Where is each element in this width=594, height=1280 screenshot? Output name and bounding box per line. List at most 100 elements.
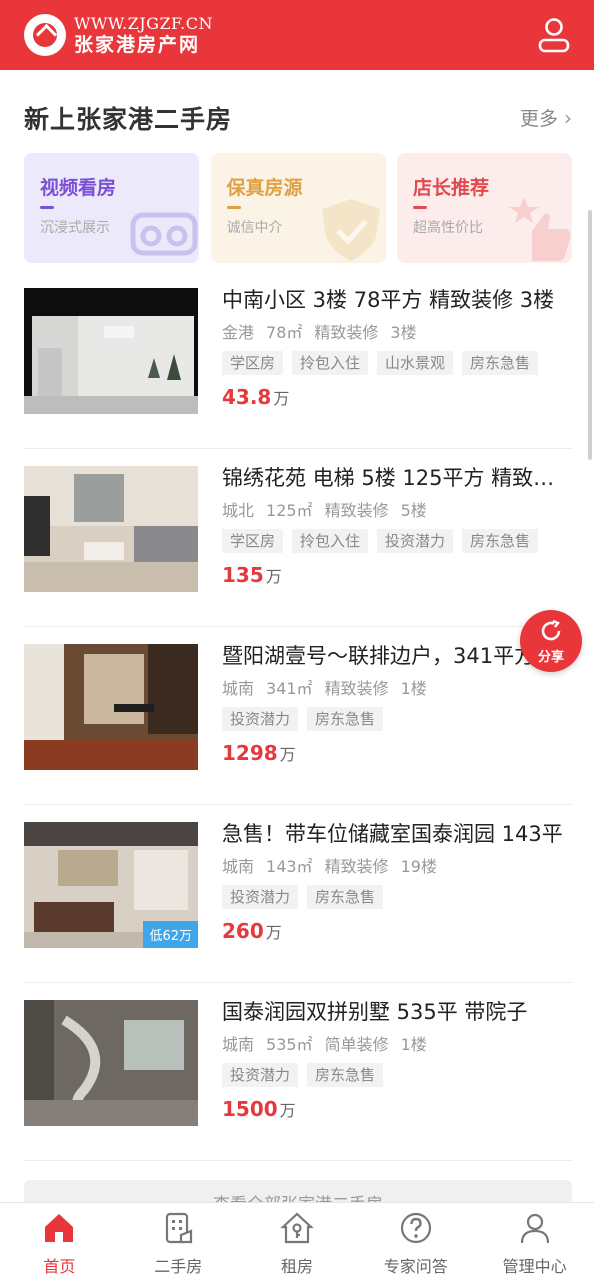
listing-price: 260 万 <box>222 919 572 943</box>
listing-decor: 精致装修 <box>324 679 389 698</box>
listing-tag: 投资潜力 <box>222 707 299 731</box>
listing-meta: 城北 125㎡ 精致装修 5楼 <box>222 499 572 523</box>
price-drop-badge: 低62万 <box>143 921 198 948</box>
listing-item[interactable]: 低62万 急售！带车位储藏室国泰润园 143平 城南 143㎡ 精致装修 19楼 投资… <box>24 805 572 983</box>
listing-size: 78㎡ <box>266 323 303 342</box>
listing-item[interactable]: 暨阳湖壹号～联排边户，341平方 城南 341㎡ 精致装修 1楼 投资潜力 房东急售 … <box>24 627 572 805</box>
listing-price: 1298 万 <box>222 741 572 765</box>
listing-tag: 学区房 <box>222 529 284 553</box>
listing-tag: 房东急售 <box>462 529 539 553</box>
listing-tag: 学区房 <box>222 351 284 375</box>
listing-title: 急售！带车位储藏室国泰润园 143平 <box>222 822 563 846</box>
listing-item[interactable]: 中南小区 3楼 78平方 精致装修 3楼 金港 78㎡ 精致装修 3楼 学区房 拎包入… <box>24 271 572 449</box>
listing-price: 1500 万 <box>222 1097 572 1121</box>
listing-meta: 城南 341㎡ 精致装修 1楼 <box>222 677 572 701</box>
tab-secondhand[interactable]: 二手房 <box>119 1203 238 1280</box>
vr-headset-icon <box>130 212 198 256</box>
listing-tag: 拎包入住 <box>292 529 369 553</box>
listing-tag: 投资潜力 <box>222 885 299 909</box>
listing-price: 135 万 <box>222 563 572 587</box>
listing-floor: 1楼 <box>400 679 427 698</box>
listing-floor: 5楼 <box>400 501 427 520</box>
user-account-icon[interactable] <box>536 16 572 54</box>
listing-meta: 金港 78㎡ 精致装修 3楼 <box>222 321 572 345</box>
listing-tag: 房东急售 <box>307 1063 384 1087</box>
tab-rent[interactable]: 租房 <box>238 1203 357 1280</box>
listing-size: 125㎡ <box>266 501 313 520</box>
price-unit: 万 <box>273 389 290 408</box>
price-value: 43.8 <box>222 385 272 409</box>
tab-label: 管理中心 <box>502 1257 567 1276</box>
listing-title: 锦绣花苑 电梯 5楼 125平方 精致装修 <box>222 466 572 490</box>
listing-tags: 投资潜力 房东急售 <box>222 1063 572 1089</box>
scrollbar[interactable] <box>588 210 592 460</box>
price-unit: 万 <box>265 567 282 586</box>
question-icon <box>399 1211 433 1245</box>
listing-list: 中南小区 3楼 78平方 精致装修 3楼 金港 78㎡ 精致装修 3楼 学区房 拎包入… <box>24 271 572 1161</box>
listing-size: 535㎡ <box>266 1035 313 1054</box>
site-logo[interactable]: WWW.ZJGZF.CN 张家港房产网 <box>24 12 213 58</box>
listing-floor: 1楼 <box>400 1035 427 1054</box>
tab-expert-qa[interactable]: 专家问答 <box>356 1203 475 1280</box>
video-viewing-card[interactable]: 视频看房 沉浸式展示 <box>24 153 199 263</box>
listing-area: 城北 <box>222 501 255 520</box>
share-label: 分享 <box>537 650 564 665</box>
section-header: 新上张家港二手房 更多 › <box>24 100 572 134</box>
listing-meta: 城南 143㎡ 精致装修 19楼 <box>222 855 572 879</box>
home-icon <box>42 1211 76 1245</box>
listing-tags: 投资潜力 房东急售 <box>222 885 572 911</box>
price-unit: 万 <box>279 1101 296 1120</box>
section-title: 新上张家港二手房 <box>24 105 233 134</box>
price-value: 1500 <box>222 1097 278 1121</box>
logo-house-icon <box>24 14 66 56</box>
listing-area: 城南 <box>222 679 255 698</box>
listing-area: 金港 <box>222 323 255 342</box>
listing-size: 341㎡ <box>266 679 313 698</box>
tab-label: 租房 <box>280 1257 313 1276</box>
manager-picks-card[interactable]: 店长推荐 超高性价比 <box>397 153 572 263</box>
verified-listings-card[interactable]: 保真房源 诚信中介 <box>210 153 386 263</box>
user-icon <box>518 1211 552 1245</box>
listing-tag: 拎包入住 <box>292 351 369 375</box>
chevron-right-icon: › <box>564 105 572 130</box>
price-unit: 万 <box>265 923 282 942</box>
listing-title: 中南小区 3楼 78平方 精致装修 3楼 <box>222 288 555 312</box>
listing-tag: 山水景观 <box>377 351 454 375</box>
listing-tags: 学区房 拎包入住 山水景观 房东急售 <box>222 351 572 377</box>
listing-size: 143㎡ <box>266 857 313 876</box>
listing-item[interactable]: 锦绣花苑 电梯 5楼 125平方 精致装修 城北 125㎡ 精致装修 5楼 学区房 拎… <box>24 449 572 627</box>
feature-cards: 视频看房 沉浸式展示 保真房源 诚信中介 店长推荐 超高性价比 <box>24 153 572 263</box>
bottom-tab-bar: 首页 二手房 租房 专家问答 管理中心 <box>0 1202 594 1280</box>
shield-check-icon <box>321 199 380 261</box>
main-content: 新上张家港二手房 更多 › 视频看房 沉浸式展示 保真房源 诚信中介 店长推荐 超… <box>0 70 594 1202</box>
card-accent-bar <box>413 206 427 209</box>
house-key-icon <box>280 1211 314 1245</box>
listing-area: 城南 <box>222 1035 255 1054</box>
price-unit: 万 <box>279 745 296 764</box>
listing-decor: 精致装修 <box>324 501 389 520</box>
thumbs-up-icon <box>509 197 571 261</box>
listing-photo <box>24 1000 198 1126</box>
tab-home[interactable]: 首页 <box>0 1203 119 1280</box>
app-header: WWW.ZJGZF.CN 张家港房产网 <box>0 0 594 70</box>
more-link[interactable]: 更多 › <box>520 104 572 131</box>
listing-floor: 19楼 <box>400 857 437 876</box>
listing-photo <box>24 288 198 414</box>
listing-tags: 投资潜力 房东急售 <box>222 707 572 733</box>
tab-label: 二手房 <box>154 1257 203 1276</box>
listing-tag: 房东急售 <box>462 351 539 375</box>
tab-management[interactable]: 管理中心 <box>475 1203 594 1280</box>
view-all-button[interactable]: 查看全部张家港二手房 <box>24 1180 572 1202</box>
listing-price: 43.8 万 <box>222 385 572 409</box>
price-value: 1298 <box>222 741 278 765</box>
listing-tags: 学区房 拎包入住 投资潜力 房东急售 <box>222 529 572 555</box>
listing-photo: 低62万 <box>24 822 198 948</box>
building-icon <box>161 1211 195 1245</box>
listing-decor: 精致装修 <box>324 857 389 876</box>
card-accent-bar <box>40 206 54 209</box>
share-button[interactable]: 分享 <box>520 610 582 672</box>
listing-item[interactable]: 国泰润园双拼别墅 535平 带院子 城南 535㎡ 简单装修 1楼 投资潜力 房东急售… <box>24 983 572 1161</box>
tab-label: 专家问答 <box>383 1257 448 1276</box>
listing-tag: 房东急售 <box>307 885 384 909</box>
listing-photo <box>24 466 198 592</box>
